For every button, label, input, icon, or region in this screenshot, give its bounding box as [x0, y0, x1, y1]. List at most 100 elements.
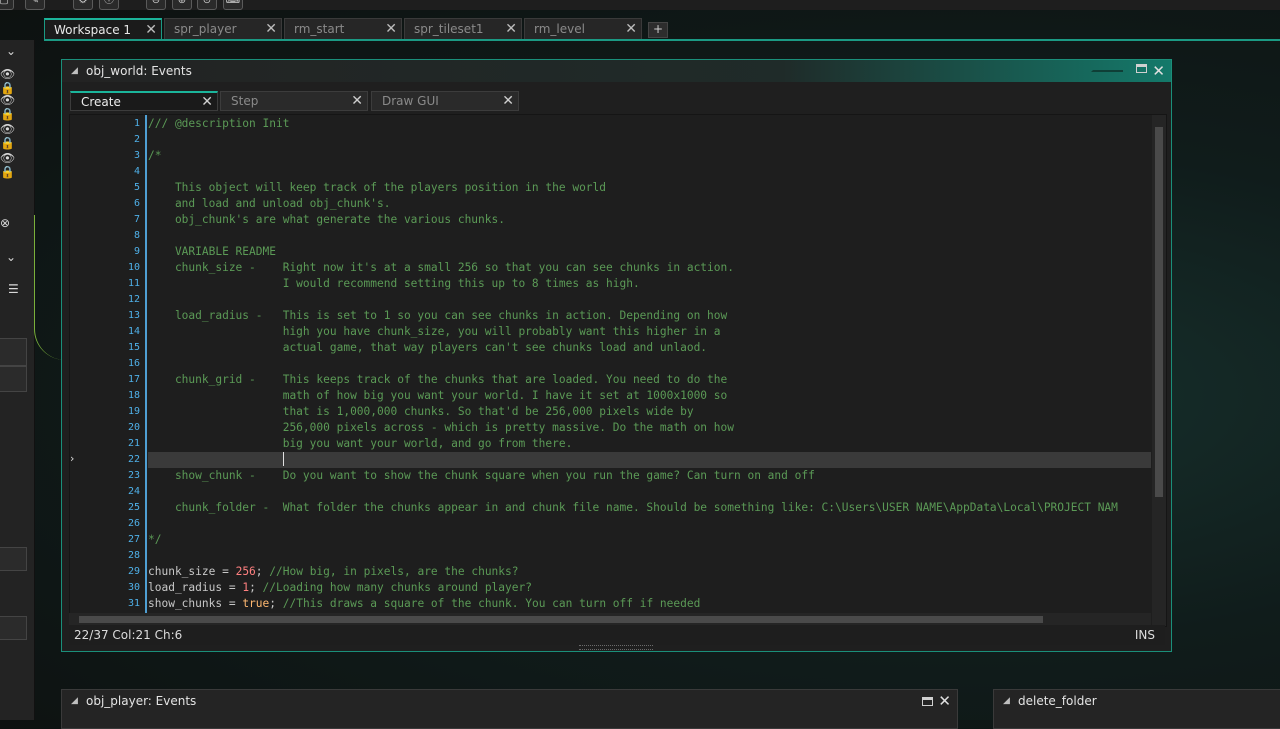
- code-line[interactable]: [148, 356, 1151, 372]
- code-line[interactable]: /// @description Init: [148, 116, 1151, 132]
- info-icon[interactable]: ⓘ: [99, 0, 119, 10]
- close-icon[interactable]: ✕: [385, 19, 397, 40]
- tab-spr-tileset1[interactable]: spr_tileset1 ✕: [404, 18, 522, 39]
- code-token: =: [222, 597, 243, 610]
- close-icon[interactable]: ✕: [145, 20, 157, 41]
- line-number: 28: [127, 550, 140, 561]
- left-side-panel: ⌄ 👁🔒 👁🔒 👁🔒 👁🔒 ⊗ ⌄ ☰: [0, 40, 35, 720]
- code-line[interactable]: [148, 516, 1151, 532]
- code-line[interactable]: high you have chunk_size, you will proba…: [148, 324, 1151, 340]
- line-number: 19: [127, 406, 140, 417]
- close-icon[interactable]: ✕: [351, 92, 363, 111]
- code-line[interactable]: This object will keep track of the playe…: [148, 180, 1151, 196]
- code-line[interactable]: math of how big you want your world. I h…: [148, 388, 1151, 404]
- current-code-line[interactable]: [148, 452, 1151, 468]
- tab-label: rm_start: [294, 22, 345, 36]
- visibility-lock-icon[interactable]: 👁🔒: [0, 93, 28, 121]
- code-line[interactable]: [148, 292, 1151, 308]
- add-tab-button[interactable]: +: [648, 22, 668, 38]
- code-text-area[interactable]: /// @description Init /* This object will…: [148, 115, 1151, 626]
- visibility-lock-icon[interactable]: 👁🔒: [0, 122, 28, 150]
- code-line[interactable]: chunk_size = 256; //How big, in pixels, …: [148, 564, 1151, 580]
- code-line[interactable]: /*: [148, 148, 1151, 164]
- side-field[interactable]: [0, 547, 27, 571]
- close-icon[interactable]: ✕: [502, 92, 514, 111]
- visibility-lock-icon[interactable]: 👁🔒: [0, 151, 28, 179]
- side-field[interactable]: [0, 616, 27, 640]
- line-number: 13: [127, 310, 140, 321]
- chevron-down-icon[interactable]: ⌄: [6, 250, 34, 270]
- close-icon[interactable]: ✕: [201, 93, 213, 112]
- code-line[interactable]: chunk_folder - What folder the chunks ap…: [148, 500, 1151, 516]
- close-icon[interactable]: ✕: [265, 19, 277, 40]
- code-comment: actual game, that way players can't see …: [148, 341, 708, 354]
- collapse-triangle-icon[interactable]: ◢: [1003, 690, 1010, 712]
- code-line[interactable]: big you want your world, and go from the…: [148, 436, 1151, 452]
- code-line[interactable]: chunk_grid - This keeps track of the chu…: [148, 372, 1151, 388]
- window-titlebar[interactable]: ◢ obj_world: Events ✕: [62, 60, 1171, 82]
- tab-create-event[interactable]: Create ✕: [70, 91, 218, 111]
- menu-icon[interactable]: ☰: [8, 282, 36, 302]
- code-line[interactable]: show_chunks = true; //This draws a squar…: [148, 596, 1151, 612]
- scrollbar-thumb[interactable]: [1155, 127, 1163, 497]
- code-comment: high you have chunk_size, you will proba…: [148, 325, 721, 338]
- code-line[interactable]: load_radius = 1; //Loading how many chun…: [148, 580, 1151, 596]
- code-line[interactable]: actual game, that way players can't see …: [148, 340, 1151, 356]
- close-icon[interactable]: ✕: [505, 19, 517, 40]
- code-line[interactable]: 256,000 pixels across - which is pretty …: [148, 420, 1151, 436]
- tab-workspace-1[interactable]: Workspace 1 ✕: [44, 18, 162, 39]
- tag-icon[interactable]: ✎: [25, 0, 45, 10]
- resize-grip[interactable]: [579, 645, 653, 650]
- code-line[interactable]: [148, 164, 1151, 180]
- code-line[interactable]: that is 1,000,000 chunks. So that'd be 2…: [148, 404, 1151, 420]
- code-line[interactable]: load_radius - This is set to 1 so you ca…: [148, 308, 1151, 324]
- code-line[interactable]: [148, 132, 1151, 148]
- side-field[interactable]: [0, 366, 27, 392]
- code-line[interactable]: */: [148, 532, 1151, 548]
- close-icon[interactable]: ✕: [1152, 60, 1165, 82]
- code-line[interactable]: I would recommend setting this up to 8 t…: [148, 276, 1151, 292]
- collapse-triangle-icon[interactable]: ◢: [71, 690, 78, 712]
- code-token: =: [222, 581, 243, 594]
- maximize-icon[interactable]: [922, 697, 933, 706]
- tab-rm-level[interactable]: rm_level ✕: [524, 18, 642, 39]
- tab-rm-start[interactable]: rm_start ✕: [284, 18, 402, 39]
- zoom-out-icon[interactable]: ⊖: [146, 0, 166, 10]
- code-line[interactable]: show_chunk - Do you want to show the chu…: [148, 468, 1151, 484]
- side-field[interactable]: [0, 338, 27, 366]
- code-line[interactable]: [148, 484, 1151, 500]
- chevron-down-icon[interactable]: ⌄: [6, 44, 34, 64]
- window-icon[interactable]: ▢: [0, 0, 14, 10]
- close-icon[interactable]: ✕: [625, 19, 637, 40]
- code-line[interactable]: [148, 228, 1151, 244]
- code-line[interactable]: [148, 548, 1151, 564]
- line-number: 11: [127, 278, 140, 289]
- tab-spr-player[interactable]: spr_player ✕: [164, 18, 282, 39]
- code-token: show_chunks: [148, 597, 223, 610]
- player-events-window[interactable]: ◢ obj_player: Events ✕: [61, 689, 958, 729]
- tab-draw-gui-event[interactable]: Draw GUI ✕: [371, 91, 519, 111]
- code-line[interactable]: obj_chunk's are what generate the variou…: [148, 212, 1151, 228]
- code-comment: big you want your world, and go from the…: [148, 437, 573, 450]
- delete-folder-window[interactable]: ◢ delete_folder: [993, 689, 1280, 729]
- code-line[interactable]: and load and unload obj_chunk's.: [148, 196, 1151, 212]
- gamepad-icon[interactable]: ⌨: [223, 0, 243, 10]
- zoom-in-icon[interactable]: ⊕: [172, 0, 192, 10]
- horizontal-scrollbar[interactable]: [69, 613, 1151, 625]
- gear-icon[interactable]: ⚙: [73, 0, 93, 10]
- visibility-lock-icon[interactable]: 👁🔒: [0, 67, 28, 95]
- close-icon[interactable]: ✕: [938, 690, 951, 712]
- code-editor[interactable]: 1 2 3 4 5 6 7 8 9 10 11 12 13 14 15 16 17 18 19 20 21 22 23 24 2…: [69, 114, 1167, 627]
- code-line[interactable]: chunk_size - Right now it's at a small 2…: [148, 260, 1151, 276]
- zoom-reset-icon[interactable]: ⊙: [197, 0, 217, 10]
- line-number: 17: [127, 374, 140, 385]
- scrollbar-thumb[interactable]: [79, 616, 1043, 623]
- close-circle-icon[interactable]: ⊗: [0, 216, 28, 236]
- collapse-triangle-icon[interactable]: ◢: [71, 60, 78, 82]
- vertical-scrollbar[interactable]: [1152, 115, 1166, 626]
- code-comment: /*: [148, 149, 162, 162]
- code-line[interactable]: VARIABLE README: [148, 244, 1151, 260]
- tab-step-event[interactable]: Step ✕: [220, 91, 368, 111]
- code-comment: VARIABLE README: [148, 245, 276, 258]
- maximize-icon[interactable]: [1136, 64, 1147, 73]
